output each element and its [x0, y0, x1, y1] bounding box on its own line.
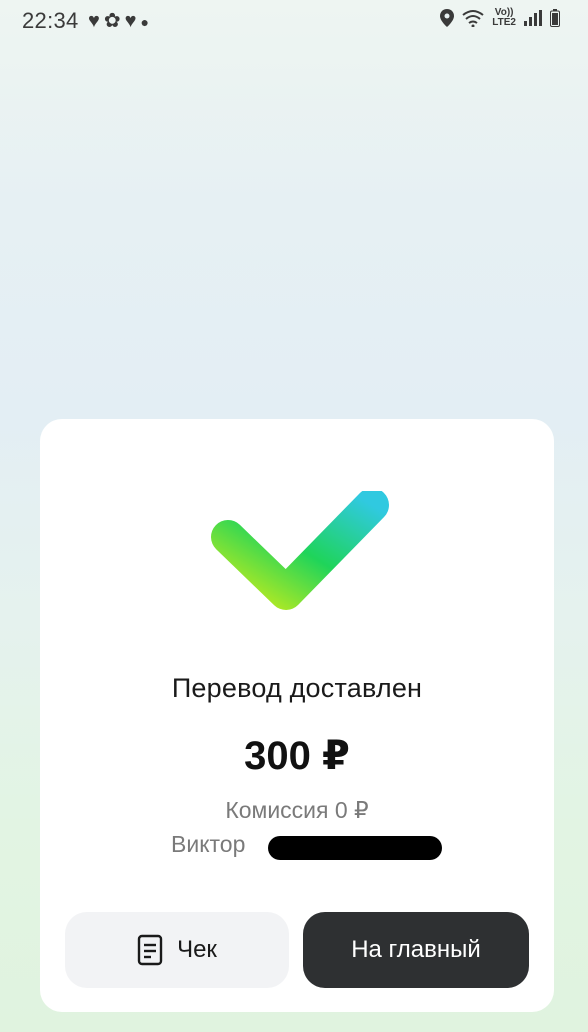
recipient-name: Виктор	[171, 831, 246, 857]
status-indicators: Vo)) LTE2	[440, 8, 560, 28]
receipt-button[interactable]: Чек	[65, 912, 289, 988]
notification-icons: ♥ ✿ ♥ ●	[88, 8, 153, 33]
transfer-result-card: Перевод доставлен 300 ₽ Комиссия 0 ₽ Вик…	[40, 419, 554, 1012]
home-button-label: На главный	[351, 936, 481, 963]
heart-icon: ♥	[88, 10, 100, 32]
receipt-button-label: Чек	[177, 936, 217, 963]
status-time: 22:34	[22, 8, 79, 33]
heart-icon: ♥	[124, 10, 137, 32]
lte-label: LTE2	[492, 17, 516, 28]
transfer-status-title: Перевод доставлен	[171, 673, 423, 703]
battery-icon	[550, 9, 560, 27]
location-icon	[440, 9, 455, 27]
transfer-amount: 300 ₽	[244, 734, 350, 778]
redaction-bar	[268, 836, 442, 860]
signal-icon	[524, 10, 542, 26]
commission-text: Комиссия 0 ₽	[225, 797, 369, 823]
wifi-icon	[462, 10, 484, 27]
network-type: Vo)) LTE2	[492, 8, 516, 28]
dot-icon: ●	[140, 13, 149, 30]
flower-icon: ✿	[103, 10, 121, 32]
receipt-icon	[137, 934, 163, 966]
home-button[interactable]: На главный	[303, 912, 529, 988]
success-check-icon	[211, 491, 389, 610]
status-bar: 22:34 ♥ ✿ ♥ ● Vo)) LTE2	[0, 0, 588, 40]
